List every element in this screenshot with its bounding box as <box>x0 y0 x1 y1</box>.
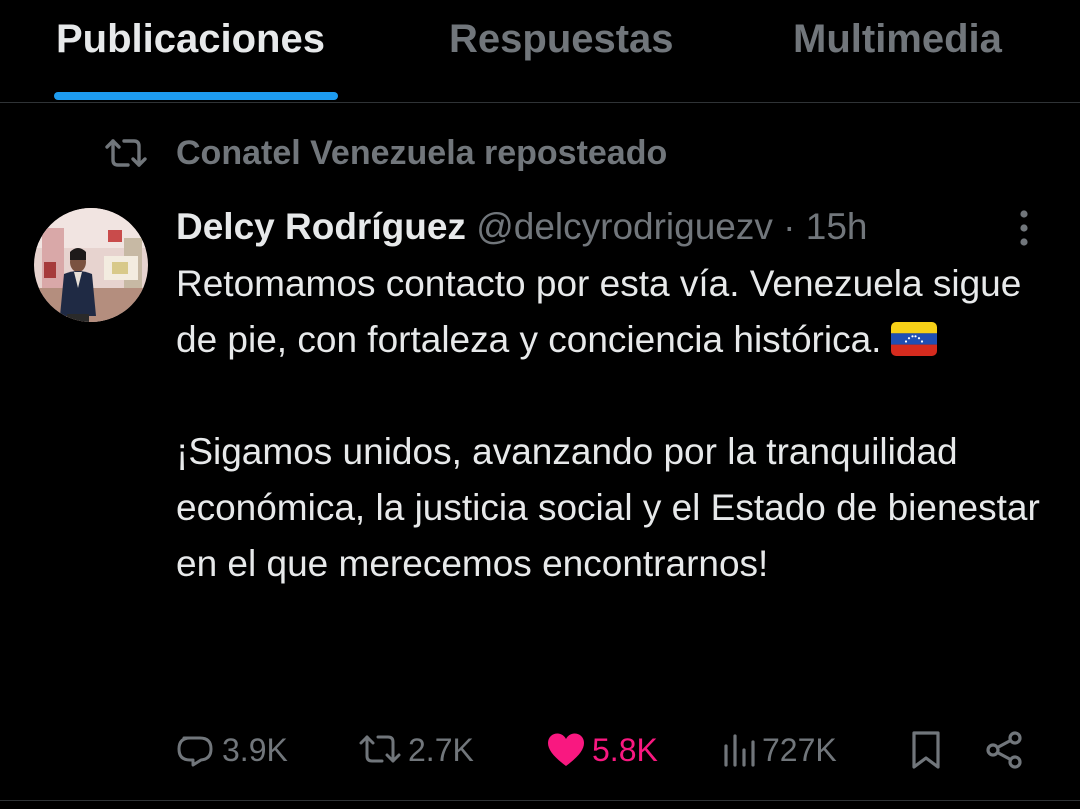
reply-icon <box>177 736 213 767</box>
post-timestamp[interactable]: 15h <box>806 206 868 247</box>
heart-icon <box>548 733 584 766</box>
active-tab-indicator <box>54 92 338 100</box>
author-name[interactable]: Delcy Rodríguez <box>176 206 466 247</box>
views-button[interactable]: 727K <box>722 722 852 778</box>
repost-icon <box>105 139 147 167</box>
avatar-photo <box>34 208 148 322</box>
repost-icon <box>359 735 401 763</box>
tab-multimedia[interactable]: Multimedia <box>740 0 1080 102</box>
repost-button[interactable]: 2.7K <box>358 722 488 778</box>
post-header: Delcy Rodríguez @delcyrodriguezv · 15h <box>176 204 868 250</box>
tab-publicaciones-label: Publicaciones <box>56 17 325 61</box>
bookmark-icon <box>912 731 940 769</box>
like-count: 5.8K <box>592 732 658 768</box>
more-icon <box>1020 210 1028 246</box>
tab-publicaciones[interactable]: Publicaciones <box>0 0 390 102</box>
like-button[interactable]: 5.8K <box>546 722 676 778</box>
post-action-bar: 3.9K 2.7K 5.8K 727K <box>0 722 1080 778</box>
bookmark-button[interactable] <box>906 722 946 778</box>
views-count: 727K <box>762 732 837 768</box>
share-icon <box>986 731 1022 769</box>
reply-count: 3.9K <box>222 732 288 768</box>
avatar[interactable] <box>34 208 148 322</box>
tab-respuestas[interactable]: Respuestas <box>390 0 740 102</box>
author-handle[interactable]: @delcyrodriguezv <box>476 206 773 247</box>
separator-dot: · <box>783 206 796 247</box>
post-text: Retomamos contacto por esta vía. Venezue… <box>176 256 1056 592</box>
repost-label[interactable]: Conatel Venezuela reposteado <box>176 133 667 173</box>
tab-respuestas-label: Respuestas <box>449 17 674 61</box>
profile-tabs: Publicaciones Respuestas Multimedia <box>0 0 1080 103</box>
views-icon <box>724 734 755 767</box>
reply-button[interactable]: 3.9K <box>176 722 306 778</box>
bottom-divider <box>0 800 1080 801</box>
share-button[interactable] <box>984 722 1028 778</box>
venezuela-flag-icon <box>891 322 938 356</box>
post-paragraph: ¡Sigamos unidos, avanzando por la tranqu… <box>176 431 1040 584</box>
post-paragraph: Retomamos contacto por esta vía. Venezue… <box>176 256 1056 368</box>
tab-multimedia-label: Multimedia <box>793 17 1002 61</box>
repost-count: 2.7K <box>408 732 474 768</box>
more-options-button[interactable] <box>1004 208 1044 248</box>
